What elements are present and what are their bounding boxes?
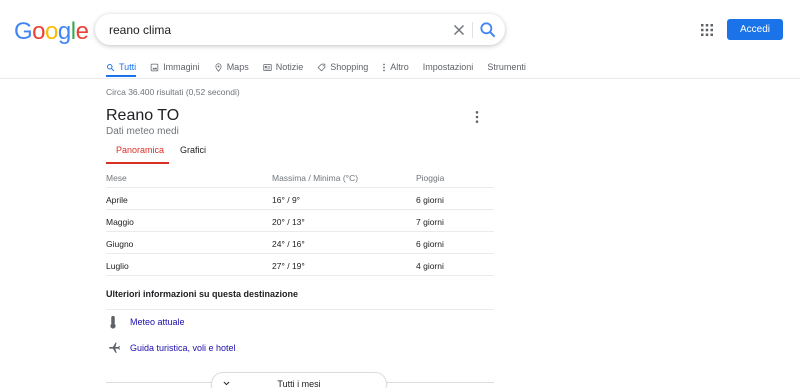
more-info-heading: Ulteriori informazioni su questa destina… (106, 289, 299, 299)
temperature-cell: 24° / 16° (272, 239, 305, 249)
link-label[interactable]: Guida turistica, voli e hotel (130, 343, 236, 353)
signin-button[interactable]: Accedi (727, 19, 783, 40)
tab-label: Strumenti (487, 62, 526, 72)
month-cell: Giugno (106, 239, 134, 249)
table-row: Luglio 27° / 19° 4 giorni (106, 254, 494, 276)
column-header: Massima / Minima (°C) (272, 173, 359, 183)
more-vert-icon (383, 63, 386, 71)
divider (0, 78, 800, 79)
temperature-cell: 16° / 9° (272, 195, 301, 205)
logo-letter: g (57, 18, 71, 45)
tab-label: Shopping (330, 62, 369, 72)
temperature-cell: 27° / 19° (272, 261, 305, 271)
logo-letter: o (45, 18, 58, 45)
climate-table: Mese Massima / Minima (°C) Pioggia April… (106, 166, 494, 276)
tab-charts[interactable]: Grafici (180, 145, 206, 155)
table-row: Maggio 20° / 13° 7 giorni (106, 210, 494, 232)
search-tabs: Tutti Immagini Maps Notizie Shopping Alt… (106, 60, 540, 78)
tab-tools[interactable]: Strumenti (487, 60, 526, 74)
tab-label: Immagini (163, 62, 200, 72)
divider (472, 22, 473, 38)
more-options-icon[interactable] (474, 110, 480, 124)
tab-label: Maps (226, 62, 249, 72)
all-months-label: Tutti i mesi (277, 379, 321, 388)
tag-icon (317, 63, 326, 71)
google-logo[interactable]: Google (14, 18, 89, 46)
place-title: Reano TO (106, 107, 180, 124)
rain-cell: 6 giorni (416, 239, 444, 249)
tab-shopping[interactable]: Shopping (317, 60, 368, 74)
link-label[interactable]: Meteo attuale (130, 317, 185, 327)
apps-grid-icon[interactable] (701, 24, 713, 36)
airplane-icon (109, 342, 120, 353)
rain-cell: 4 giorni (416, 261, 444, 271)
result-stats: Circa 36.400 risultati (0,52 secondi) (106, 87, 240, 97)
all-months-button[interactable]: Tutti i mesi (211, 372, 387, 388)
tab-label: Notizie (275, 62, 304, 72)
month-cell: Aprile (106, 195, 128, 205)
logo-letter: e (75, 18, 89, 45)
tab-all[interactable]: Tutti (106, 60, 136, 74)
month-cell: Maggio (106, 217, 134, 227)
travel-guide-link[interactable]: Guida turistica, voli e hotel (106, 338, 494, 362)
rain-cell: 7 giorni (416, 217, 444, 227)
close-icon[interactable] (450, 21, 468, 39)
active-card-tab-indicator (106, 162, 169, 164)
month-cell: Luglio (106, 261, 129, 271)
search-icon (107, 63, 115, 71)
image-icon (150, 63, 159, 71)
tab-news[interactable]: Notizie (263, 60, 304, 74)
temperature-cell: 20° / 13° (272, 217, 305, 227)
logo-letter: G (14, 18, 33, 45)
tab-label: Tutti (119, 62, 137, 72)
divider (106, 309, 494, 310)
search-icon[interactable] (478, 20, 498, 40)
column-header: Mese (106, 173, 127, 183)
tab-label: Altro (390, 62, 409, 72)
news-icon (263, 63, 272, 71)
map-pin-icon (215, 62, 222, 72)
place-subtitle: Dati meteo medi (106, 126, 179, 137)
thermometer-icon (110, 315, 116, 329)
table-row: Aprile 16° / 9° 6 giorni (106, 188, 494, 210)
tab-label: Impostazioni (422, 62, 474, 72)
table-row: Giugno 24° / 16° 6 giorni (106, 232, 494, 254)
logo-letter: o (32, 18, 46, 45)
search-input[interactable] (109, 21, 429, 38)
search-box[interactable] (95, 14, 505, 45)
tab-maps[interactable]: Maps (214, 60, 249, 74)
tab-images[interactable]: Immagini (150, 60, 200, 74)
current-weather-link[interactable]: Meteo attuale (106, 312, 494, 336)
active-tab-indicator (106, 75, 136, 77)
rain-cell: 6 giorni (416, 195, 444, 205)
tab-more[interactable]: Altro (382, 60, 409, 74)
tab-settings[interactable]: Impostazioni (423, 60, 474, 74)
column-header: Pioggia (416, 173, 445, 183)
tab-overview[interactable]: Panoramica (116, 145, 164, 155)
table-header-row: Mese Massima / Minima (°C) Pioggia (106, 166, 494, 188)
